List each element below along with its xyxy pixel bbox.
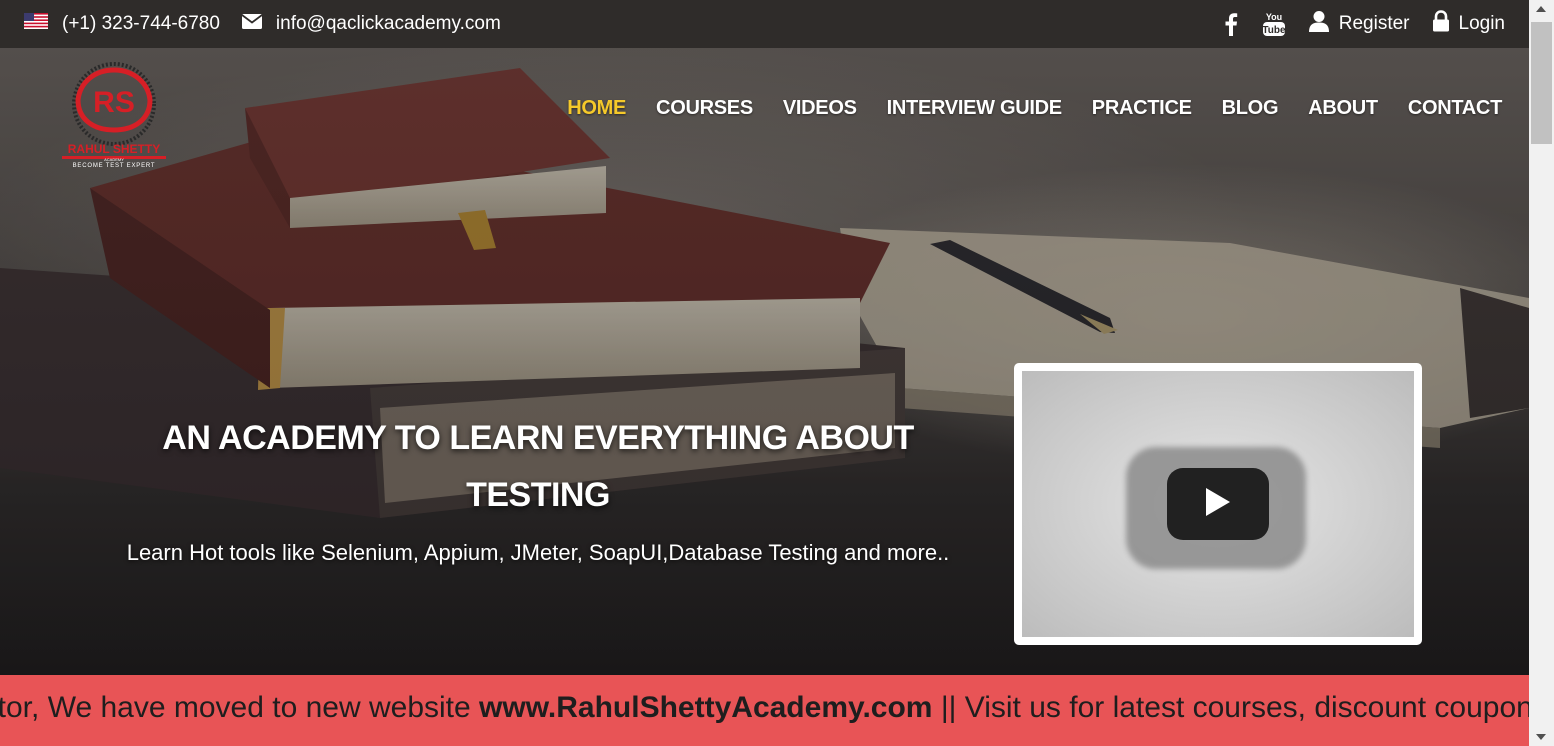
- ticker-text: sitor, We have moved to new website www.…: [0, 675, 1529, 741]
- nav-videos[interactable]: VIDEOS: [783, 97, 857, 120]
- register-link[interactable]: Register: [1308, 10, 1410, 38]
- scroll-up-icon[interactable]: [1536, 6, 1546, 12]
- hero-subline: Learn Hot tools like Selenium, Appium, J…: [126, 540, 950, 565]
- scroll-down-icon[interactable]: [1536, 734, 1546, 740]
- svg-text:Tube: Tube: [1262, 25, 1286, 36]
- logo-tagline: BECOME TEST EXPERT: [73, 163, 156, 169]
- email-address[interactable]: info@qaclickacademy.com: [276, 13, 501, 35]
- scrollbar-thumb[interactable]: [1531, 22, 1552, 144]
- logo-name: RAHUL SHETTY: [68, 142, 160, 156]
- youtube-icon[interactable]: You Tube: [1262, 10, 1286, 38]
- nav-about[interactable]: ABOUT: [1308, 97, 1378, 120]
- rahul-shetty-academy-logo[interactable]: RS RAHUL SHETTY ACADEMY BECOME TEST EXPE…: [58, 60, 170, 172]
- user-icon: [1308, 10, 1339, 38]
- logo-sub: ACADEMY: [104, 157, 124, 162]
- envelope-icon: [241, 13, 276, 35]
- nav-blog[interactable]: BLOG: [1222, 97, 1279, 120]
- facebook-icon[interactable]: [1224, 12, 1238, 36]
- account-links: You Tube Register Login: [1200, 10, 1505, 38]
- ticker-suffix: || Visit us for latest courses, discount…: [932, 691, 1529, 724]
- nav-contact[interactable]: CONTACT: [1408, 97, 1502, 120]
- nav-interview-guide[interactable]: INTERVIEW GUIDE: [887, 97, 1062, 120]
- register-label[interactable]: Register: [1339, 13, 1410, 35]
- nav-home[interactable]: HOME: [567, 97, 626, 120]
- intro-video[interactable]: [1014, 363, 1422, 645]
- hero-headline: AN ACADEMY TO LEARN EVERYTHING ABOUT TES…: [162, 419, 914, 514]
- announcement-ticker: sitor, We have moved to new website www.…: [0, 675, 1529, 746]
- phone-number[interactable]: (+1) 323-744-6780: [62, 13, 220, 35]
- ticker-site-link[interactable]: www.RahulShettyAcademy.com: [479, 691, 932, 724]
- play-icon: [1204, 486, 1232, 523]
- contact-info: (+1) 323-744-6780 info@qaclickacademy.co…: [24, 13, 523, 35]
- logo-initials: RS: [93, 86, 135, 119]
- lock-icon: [1432, 10, 1459, 38]
- video-thumbnail[interactable]: [1022, 371, 1414, 637]
- top-bar: (+1) 323-744-6780 info@qaclickacademy.co…: [0, 0, 1529, 48]
- ticker-prefix: sitor, We have moved to new website: [0, 691, 480, 724]
- page-scrollbar[interactable]: [1529, 0, 1554, 746]
- login-link[interactable]: Login: [1432, 10, 1506, 38]
- main-nav: HOME COURSES VIDEOS INTERVIEW GUIDE PRAC…: [537, 97, 1502, 120]
- svg-text:You: You: [1266, 12, 1282, 22]
- nav-courses[interactable]: COURSES: [656, 97, 753, 120]
- email-contact[interactable]: info@qaclickacademy.com: [241, 13, 501, 35]
- phone-contact[interactable]: (+1) 323-744-6780: [24, 13, 220, 35]
- play-button[interactable]: [1167, 468, 1269, 540]
- nav-practice[interactable]: PRACTICE: [1092, 97, 1192, 120]
- us-flag-icon: [24, 13, 62, 35]
- login-label[interactable]: Login: [1459, 13, 1506, 35]
